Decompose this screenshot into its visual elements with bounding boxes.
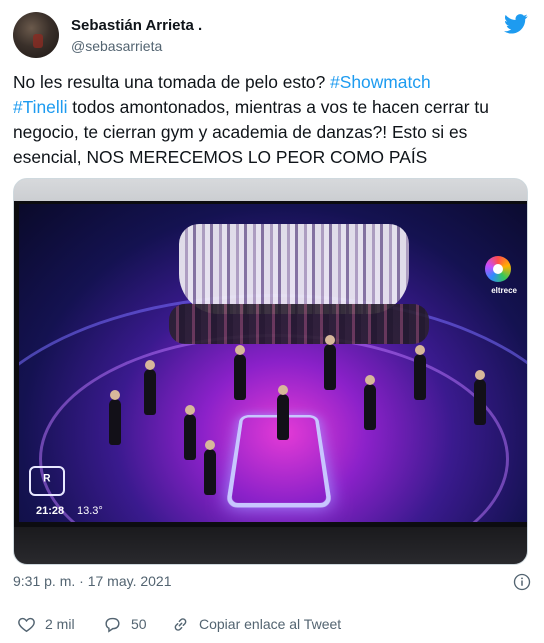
tweet-text-body: todos amontonados, mientras a vos te hac…: [13, 97, 489, 167]
tweet-timestamp[interactable]: 9:31 p. m. · 17 may. 2021: [13, 573, 172, 589]
tweet-actions: 2 mil 50 Copiar enlace al Tweet: [13, 614, 531, 636]
avatar-accent: [33, 34, 43, 48]
tweet-photo[interactable]: eltrece ᴿ 21:28 13.3°: [13, 178, 528, 565]
reply-icon: [103, 615, 122, 634]
dancer: [277, 394, 289, 440]
tv-screen: eltrece ᴿ 21:28 13.3°: [19, 204, 528, 522]
dancer: [184, 414, 196, 460]
channel-logo-icon: [485, 256, 511, 282]
dancer: [234, 354, 246, 400]
copy-link-label: Copiar enlace al Tweet: [199, 616, 341, 632]
heart-icon: [17, 615, 36, 634]
tweet-header: Sebastián Arrieta . @sebasarrieta: [13, 12, 531, 58]
dancer: [204, 449, 216, 495]
screen-clock: 21:28: [36, 505, 64, 517]
dancer: [144, 369, 156, 415]
dancer: [109, 399, 121, 445]
author-handle[interactable]: @sebasarrieta: [71, 38, 162, 54]
dancer: [474, 379, 486, 425]
broadcast-logo-icon: ᴿ: [29, 466, 65, 496]
tweet-card: Sebastián Arrieta . @sebasarrieta No les…: [0, 0, 544, 643]
avatar[interactable]: [13, 12, 59, 58]
reply-button[interactable]: 50: [103, 614, 147, 634]
hashtag-tinelli[interactable]: #Tinelli: [13, 97, 67, 117]
tv-stand: [14, 527, 528, 565]
screen-temperature: 13.3°: [77, 505, 103, 517]
reply-count: 50: [131, 616, 147, 632]
author-name[interactable]: Sebastián Arrieta .: [71, 17, 202, 34]
copy-link-button[interactable]: Copiar enlace al Tweet: [171, 614, 341, 634]
tweet-text-intro: No les resulta una tomada de pelo esto?: [13, 72, 330, 92]
timestamp-row: 9:31 p. m. · 17 may. 2021: [13, 573, 531, 593]
dancer: [414, 354, 426, 400]
crowd-dark: [169, 304, 429, 344]
tweet-text: No les resulta una tomada de pelo esto? …: [13, 70, 528, 170]
link-icon: [171, 615, 190, 634]
info-icon[interactable]: [513, 573, 531, 591]
twitter-bird-icon[interactable]: [504, 14, 528, 34]
dancer: [364, 384, 376, 430]
dancer: [324, 344, 336, 390]
channel-name: eltrece: [491, 286, 517, 295]
like-button[interactable]: 2 mil: [17, 614, 75, 634]
hashtag-showmatch[interactable]: #Showmatch: [330, 72, 431, 92]
crowd-white: [179, 224, 409, 314]
like-count: 2 mil: [45, 616, 75, 632]
